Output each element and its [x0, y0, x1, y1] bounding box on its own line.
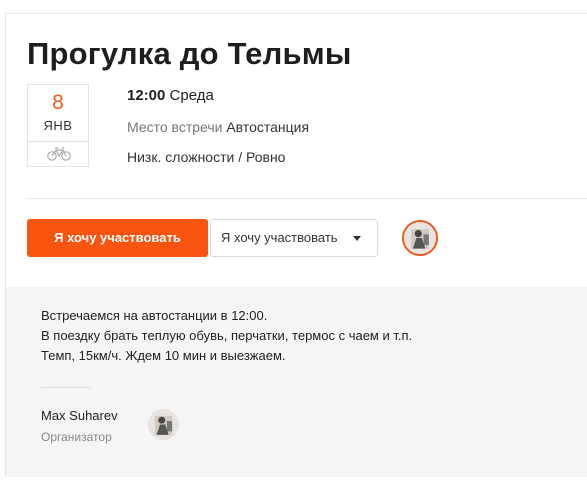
- description-line: Темп, 15км/ч. Ждем 10 мин и выезжаем.: [41, 348, 286, 363]
- place-value: Автостанция: [226, 119, 310, 135]
- description-divider: [41, 387, 91, 388]
- event-weekday: Среда: [169, 87, 214, 104]
- join-button[interactable]: Я хочу участвовать: [27, 219, 208, 257]
- event-day: 8: [52, 91, 64, 114]
- meeting-place: Место встречи Автостанция: [127, 119, 309, 135]
- description-line: Встречаемся на автостанции в 12:00.: [41, 308, 268, 323]
- participant-avatar[interactable]: [402, 220, 438, 256]
- event-title: Прогулка до Тельмы: [27, 36, 352, 71]
- description-line: В поездку брать теплую обувь, перчатки, …: [41, 328, 413, 343]
- organizer-role: Организатор: [41, 430, 112, 444]
- avatar-image: [148, 409, 179, 440]
- dropdown-label: Я хочу участвовать: [221, 230, 338, 245]
- description-panel: Встречаемся на автостанции в 12:00. В по…: [6, 287, 587, 477]
- divider: [27, 198, 587, 199]
- event-time: 12:00: [127, 87, 166, 104]
- organizer-name[interactable]: Max Suharev: [41, 408, 118, 423]
- caret-down-icon: [353, 236, 361, 241]
- date-divider: [28, 141, 88, 142]
- event-datetime: 12:00 Среда: [127, 87, 214, 104]
- place-label: Место встречи: [127, 119, 223, 135]
- participation-dropdown[interactable]: Я хочу участвовать: [210, 219, 378, 257]
- event-card: Прогулка до Тельмы 8 ЯНВ 12:00 Среда Мес…: [5, 13, 587, 477]
- bicycle-icon: [47, 147, 71, 161]
- organizer-avatar[interactable]: [148, 409, 179, 440]
- difficulty-level: Низк. сложности / Ровно: [127, 149, 286, 165]
- date-box: 8 ЯНВ: [27, 84, 89, 167]
- avatar-image: [404, 222, 436, 254]
- event-month: ЯНВ: [43, 118, 73, 133]
